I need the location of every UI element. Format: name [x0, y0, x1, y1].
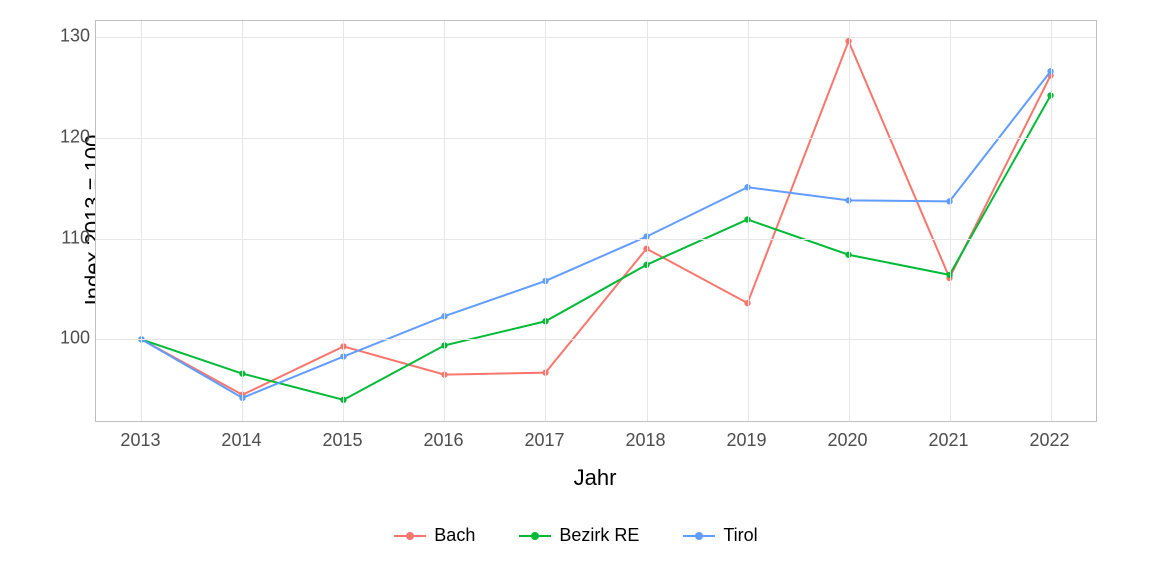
legend-label: Tirol [723, 525, 757, 546]
legend-label: Bach [434, 525, 475, 546]
gridline-v [343, 21, 344, 421]
x-tick-label: 2014 [221, 430, 261, 451]
legend: Bach Bezirk RE Tirol [0, 525, 1152, 546]
x-tick-label: 2015 [322, 430, 362, 451]
y-tick-label: 110 [30, 227, 90, 248]
gridline-v [748, 21, 749, 421]
gridline-v [1051, 21, 1052, 421]
x-tick-label: 2019 [726, 430, 766, 451]
plot-area [95, 20, 1097, 422]
x-axis-title: Jahr [574, 465, 617, 491]
gridline-v [849, 21, 850, 421]
y-tick-label: 130 [30, 26, 90, 47]
x-tick-label: 2013 [120, 430, 160, 451]
series-line [141, 96, 1050, 400]
gridline-v [141, 21, 142, 421]
gridline-v [444, 21, 445, 421]
gridline-h [96, 239, 1096, 240]
legend-swatch-tirol [683, 528, 715, 544]
x-tick-label: 2016 [423, 430, 463, 451]
legend-item-bezirk-re: Bezirk RE [519, 525, 639, 546]
legend-swatch-bach [394, 528, 426, 544]
gridline-h [96, 138, 1096, 139]
chart-container: Index 2013 = 100 Jahr Bach Bezirk RE Tir… [0, 0, 1152, 576]
gridline-v [647, 21, 648, 421]
gridline-h [96, 37, 1096, 38]
chart-svg [96, 21, 1096, 421]
legend-label: Bezirk RE [559, 525, 639, 546]
series-line [141, 71, 1050, 397]
x-tick-label: 2021 [929, 430, 969, 451]
x-tick-label: 2018 [625, 430, 665, 451]
legend-swatch-bezirk-re [519, 528, 551, 544]
gridline-h [96, 339, 1096, 340]
y-tick-label: 100 [30, 328, 90, 349]
x-tick-label: 2017 [524, 430, 564, 451]
gridline-v [950, 21, 951, 421]
x-tick-label: 2020 [827, 430, 867, 451]
gridline-v [242, 21, 243, 421]
legend-item-tirol: Tirol [683, 525, 757, 546]
x-tick-label: 2022 [1030, 430, 1070, 451]
y-tick-label: 120 [30, 126, 90, 147]
legend-item-bach: Bach [394, 525, 475, 546]
gridline-v [545, 21, 546, 421]
series-line [141, 41, 1050, 395]
